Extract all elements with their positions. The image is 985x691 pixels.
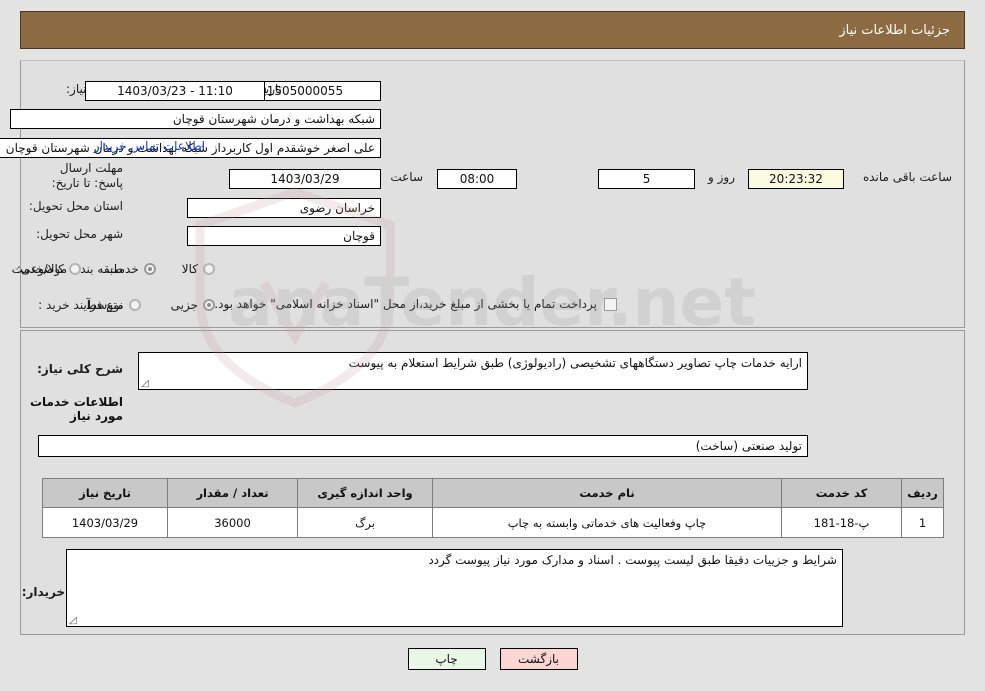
city-value: قوچان xyxy=(187,226,381,246)
col-unit: واحد اندازه گیری xyxy=(297,478,433,508)
countdown-timer-value: 20:23:32 xyxy=(748,169,844,189)
summary-value: ارایه خدمات چاپ تصاویر دستگاههای تشخیصی … xyxy=(348,356,802,370)
process-option-label: متوسط xyxy=(85,298,124,312)
page-root: anaTender.net جزئیات اطلاعات نیاز شماره … xyxy=(0,0,985,691)
services-table: ردیف کد خدمت نام خدمت واحد اندازه گیری ت… xyxy=(42,478,944,538)
summary-textarea[interactable]: ارایه خدمات چاپ تصاویر دستگاههای تشخیصی … xyxy=(138,352,808,390)
print-button[interactable]: چاپ xyxy=(407,648,486,670)
checkbox-icon[interactable] xyxy=(604,297,617,311)
cell-service-name: چاپ وفعالیت های خدماتی وابسته به چاپ xyxy=(432,507,782,538)
resize-grip-icon[interactable]: ◺ xyxy=(69,615,79,626)
col-row-no: ردیف xyxy=(901,478,944,508)
remaining-days-label: روز و xyxy=(708,170,735,184)
summary-label-row: شرح کلی نیاز: xyxy=(37,362,123,376)
radio-icon[interactable] xyxy=(203,299,215,311)
col-service-name: نام خدمت xyxy=(432,478,782,508)
category-option-kala[interactable]: کالا xyxy=(182,262,215,276)
treasury-checkbox-row[interactable]: پرداخت تمام یا بخشی از مبلغ خرید،از محل … xyxy=(214,297,617,311)
cell-unit: برگ xyxy=(297,507,433,538)
cell-need-date: 1403/03/29 xyxy=(42,507,168,538)
radio-icon[interactable] xyxy=(143,263,156,275)
countdown-label-row: ساعت باقی مانده xyxy=(863,170,952,184)
cell-row-no: 1 xyxy=(901,507,944,538)
service-group-value: تولید صنعتی (ساخت) xyxy=(38,435,808,457)
category-option-label: خدمت xyxy=(106,262,139,276)
services-heading: اطلاعات خدمات مورد نیاز xyxy=(29,395,123,423)
page-header: جزئیات اطلاعات نیاز xyxy=(20,11,965,49)
back-button[interactable]: بازگشت xyxy=(499,648,578,670)
deadline-hour-label: ساعت xyxy=(390,170,423,184)
days-label-row: روز و xyxy=(708,170,735,184)
cell-quantity: 36000 xyxy=(167,507,298,538)
buyer-notes-textarea[interactable]: شرایط و جزییات دقیقا طبق لیست پیوست . اس… xyxy=(66,549,843,627)
category-option-label: کالا xyxy=(181,262,198,276)
radio-icon[interactable] xyxy=(203,263,215,275)
buyer-org-value: شبکه بهداشت و درمان شهرستان قوچان xyxy=(10,109,381,129)
city-label: شهر محل تحویل: xyxy=(36,227,123,241)
col-need-date: تاریخ نیاز xyxy=(42,478,168,508)
category-radio-group: کالا خدمت کالا/خدمت xyxy=(12,262,215,276)
table-row: 1 پ-18-181 چاپ وفعالیت های خدماتی وابسته… xyxy=(42,507,944,538)
process-option-jozei[interactable]: جزیی xyxy=(171,298,215,312)
page-title: جزئیات اطلاعات نیاز xyxy=(839,22,950,38)
buyer-contact-link[interactable]: اطلاعات تماس خریدار xyxy=(94,139,205,153)
radio-icon[interactable] xyxy=(68,263,81,275)
countdown-label: ساعت باقی مانده xyxy=(862,170,952,184)
category-option-kala-khedmat[interactable]: کالا/خدمت xyxy=(12,262,81,276)
col-quantity: تعداد / مقدار xyxy=(167,478,298,508)
deadline-label: مهلت ارسال پاسخ: تا تاریخ: xyxy=(51,161,123,190)
radio-icon[interactable] xyxy=(128,299,141,311)
hour-label-row: ساعت xyxy=(390,170,423,184)
deadline-label-row: مهلت ارسال پاسخ: تا تاریخ: xyxy=(28,161,123,191)
buyer-notes-value: شرایط و جزییات دقیقا طبق لیست پیوست . اس… xyxy=(428,553,837,567)
deadline-date-value: 1403/03/29 xyxy=(229,169,381,189)
summary-label: شرح کلی نیاز: xyxy=(37,362,123,376)
process-radio-group: جزیی متوسط xyxy=(86,298,215,312)
col-service-code: کد خدمت xyxy=(781,478,902,508)
deadline-time-value: 08:00 xyxy=(437,169,517,189)
contact-link-row[interactable]: اطلاعات تماس خریدار xyxy=(94,139,205,153)
remaining-days-value: 5 xyxy=(598,169,695,189)
process-option-label: جزیی xyxy=(170,298,198,312)
cell-service-code: پ-18-181 xyxy=(781,507,902,538)
province-label: استان محل تحویل: xyxy=(28,199,123,213)
province-label-row: استان محل تحویل: xyxy=(29,199,123,213)
public-announce-value: 11:10 - 1403/03/23 xyxy=(85,81,265,101)
resize-grip-icon[interactable]: ◺ xyxy=(141,378,151,389)
category-option-khedmat[interactable]: خدمت xyxy=(107,262,156,276)
footer-buttons: بازگشت چاپ xyxy=(0,648,985,670)
city-label-row: شهر محل تحویل: xyxy=(36,227,123,241)
province-value: خراسان رضوی xyxy=(187,198,381,218)
process-option-motavaset[interactable]: متوسط xyxy=(86,298,141,312)
category-option-label: کالا/خدمت xyxy=(11,262,64,276)
table-header-row: ردیف کد خدمت نام خدمت واحد اندازه گیری ت… xyxy=(42,478,944,508)
treasury-checkbox-label: پرداخت تمام یا بخشی از مبلغ خرید،از محل … xyxy=(214,297,597,311)
